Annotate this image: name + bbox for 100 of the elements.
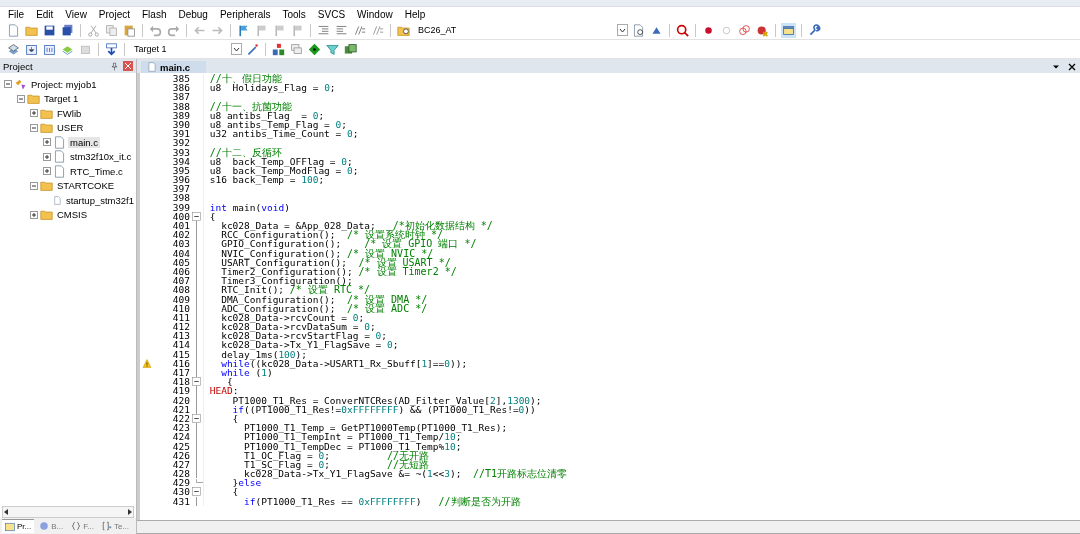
new-file-icon[interactable] — [6, 22, 21, 38]
close-button[interactable] — [123, 61, 133, 71]
menu-item[interactable]: Peripherals — [213, 8, 277, 20]
menu-item[interactable]: SVCS — [311, 8, 352, 20]
line-number: 402 — [171, 230, 190, 240]
line-number: 421 — [171, 404, 190, 414]
tree-item[interactable]: USER — [55, 122, 86, 134]
editor-tab[interactable]: main.c — [141, 61, 207, 73]
template-icon — [101, 521, 112, 531]
line-number: 430 — [171, 487, 190, 497]
braces-icon — [71, 521, 82, 531]
tree-item[interactable]: FWlib — [55, 107, 84, 119]
code-line: RTC_Init(); /* 设置 RTC */ — [220, 285, 371, 295]
code-line: //十、假日功能 — [208, 74, 282, 84]
collapse-toggle[interactable] — [17, 94, 25, 103]
code-line: HEAD: — [208, 386, 239, 396]
document-search-icon[interactable] — [631, 22, 646, 38]
line-number: 397 — [171, 184, 190, 194]
tree-item[interactable]: stm32f10x_it.c — [68, 151, 134, 163]
collapse-toggle[interactable] — [4, 80, 12, 89]
panel-tab[interactable]: Pr... — [2, 519, 35, 533]
download-icon[interactable] — [104, 41, 119, 57]
line-number: 388 — [171, 101, 190, 111]
line-number: 428 — [171, 469, 190, 479]
wrench-icon[interactable] — [807, 22, 822, 38]
tree-item[interactable]: CMSIS — [55, 209, 90, 221]
fold-toggle-icon — [192, 211, 201, 221]
code-line: Timer3_Configuration(); — [220, 276, 353, 286]
magic-wand-icon[interactable] — [245, 41, 260, 57]
line-number: 425 — [171, 441, 190, 451]
breakpoint-disable-all-icon[interactable] — [737, 22, 752, 38]
line-number: 386 — [171, 83, 190, 93]
code-line: }else — [231, 478, 262, 488]
line-number: 391 — [171, 129, 190, 139]
folder-icon — [40, 121, 53, 135]
line-number: 403 — [171, 239, 190, 249]
multi-project-icon[interactable] — [343, 41, 358, 57]
line-number: 411 — [171, 312, 190, 323]
tree-item[interactable]: RTC_Time.c — [68, 165, 125, 177]
project-window-icon — [5, 521, 15, 532]
line-number: 393 — [171, 147, 190, 157]
expand-toggle[interactable] — [43, 138, 51, 147]
menu-item[interactable]: Edit — [30, 8, 60, 20]
scroll-left-icon[interactable] — [3, 509, 9, 515]
tree-item[interactable]: main.c — [68, 136, 100, 148]
tree-item[interactable]: STARTCOKE — [55, 180, 117, 192]
code-line: if(PT1000_T1_Res == 0xFFFFFFFF) //判断是否为开路 — [243, 496, 521, 506]
code-line: s16 back_Temp = 100; — [208, 175, 325, 185]
menu-item[interactable]: Window — [351, 8, 399, 20]
debug-magnifier-icon[interactable] — [675, 22, 690, 38]
menu-item[interactable]: Help — [398, 8, 432, 20]
code-line: PT1000_T1_TempDec = PT1000_T1_Temp%10; — [243, 441, 462, 451]
line-number: 410 — [171, 303, 190, 313]
scroll-right-icon[interactable] — [127, 509, 133, 515]
line-number: 417 — [171, 368, 190, 378]
collapse-toggle[interactable] — [30, 123, 38, 132]
menu-item[interactable]: View — [59, 8, 93, 20]
folder-icon — [40, 179, 53, 193]
menu-item[interactable]: Project — [92, 8, 136, 20]
line-number: 422 — [171, 413, 190, 424]
line-number: 414 — [171, 340, 190, 350]
code-line: u32 antibs_Time_Count = 0; — [208, 129, 359, 139]
line-number: 392 — [171, 138, 190, 148]
line-number: 426 — [171, 450, 190, 460]
components-icon[interactable] — [271, 41, 286, 57]
code-line: PT1000_T1_TempInt = PT1000_T1_Temp/10; — [243, 432, 462, 442]
window-layout-icon[interactable] — [781, 22, 796, 38]
collapse-toggle[interactable] — [30, 181, 38, 190]
horizontal-scrollbar[interactable] — [137, 520, 1080, 534]
panel-tab[interactable]: F... — [68, 519, 97, 533]
line-number: 395 — [171, 165, 190, 176]
expand-toggle[interactable] — [43, 152, 51, 161]
expand-toggle[interactable] — [30, 109, 38, 118]
code-line: { — [231, 413, 239, 424]
diamond-icon[interactable] — [307, 41, 322, 57]
code-line: //十二、反循环 — [208, 147, 282, 157]
save-all-icon[interactable] — [60, 22, 75, 38]
menu-item[interactable]: File — [2, 8, 31, 20]
expand-toggle[interactable] — [30, 210, 38, 219]
code-line: { — [231, 487, 239, 497]
folder-icon — [27, 92, 40, 106]
tree-item[interactable]: Target 1 — [42, 93, 81, 105]
menu-item[interactable]: Flash — [136, 8, 173, 20]
tree-item[interactable]: startup_stm32f1 — [63, 194, 136, 206]
code-line: //十一、抗菌功能 — [208, 101, 292, 111]
menu-item[interactable]: Tools — [276, 8, 312, 20]
code-line: RCC_Configuration(); /* 设置系统时钟 */ — [220, 230, 444, 240]
line-number: 423 — [171, 423, 190, 433]
panel-tab[interactable]: Te... — [98, 519, 133, 533]
menu-item[interactable]: Debug — [172, 8, 214, 20]
horizontal-scrollbar[interactable] — [2, 506, 134, 518]
line-number: 419 — [171, 386, 190, 396]
line-number: 398 — [171, 193, 190, 203]
line-number: 408 — [171, 285, 190, 295]
code-line: kc028_Data->Tx_Y1_FlagSave = 0; — [220, 340, 399, 350]
line-number: 399 — [171, 202, 190, 212]
line-number: 412 — [171, 322, 190, 332]
panel-tab[interactable]: B... — [36, 519, 67, 533]
tree-item[interactable]: Project: myjob1 — [29, 78, 99, 90]
expand-toggle[interactable] — [43, 167, 51, 176]
